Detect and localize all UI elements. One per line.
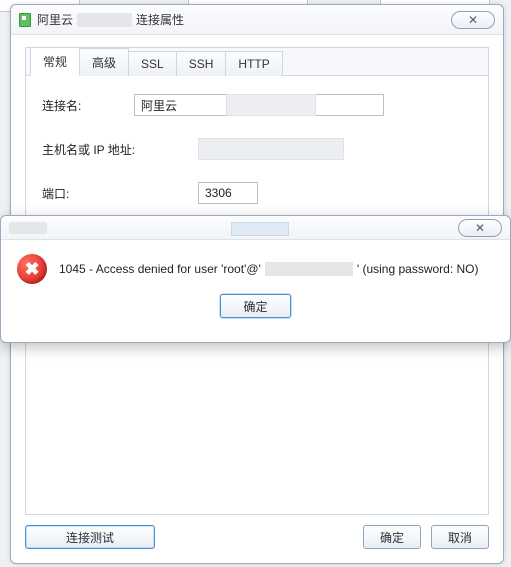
button-label: 连接测试 bbox=[66, 529, 114, 546]
app-icon bbox=[19, 13, 31, 27]
tab-label: 常规 bbox=[43, 55, 67, 69]
button-label: 取消 bbox=[448, 529, 472, 546]
row-host: 主机名或 IP 地址: bbox=[42, 138, 472, 160]
close-icon: ✕ bbox=[468, 13, 478, 27]
error-ok-button[interactable]: 确定 bbox=[220, 294, 290, 318]
host-label: 主机名或 IP 地址: bbox=[42, 141, 198, 158]
error-button-row: 确定 bbox=[1, 290, 510, 328]
tab-http[interactable]: HTTP bbox=[225, 51, 282, 76]
error-message-prefix: 1045 - Access denied for user 'root'@' bbox=[59, 262, 261, 276]
row-port: 端口: bbox=[42, 182, 472, 204]
tab-advanced[interactable]: 高级 bbox=[79, 48, 129, 76]
tab-general[interactable]: 常规 bbox=[30, 47, 80, 76]
error-message: 1045 - Access denied for user 'root'@' '… bbox=[59, 262, 479, 276]
redacted-text bbox=[265, 262, 353, 276]
button-label: 确定 bbox=[243, 298, 267, 315]
port-label: 端口: bbox=[42, 185, 198, 202]
port-input[interactable] bbox=[198, 182, 258, 204]
ok-button[interactable]: 确定 bbox=[363, 525, 421, 549]
tab-label: HTTP bbox=[238, 57, 269, 71]
error-message-suffix: ' (using password: NO) bbox=[357, 262, 479, 276]
error-body: ✖ 1045 - Access denied for user 'root'@'… bbox=[1, 240, 510, 290]
close-icon: ✕ bbox=[475, 221, 485, 235]
error-dialog: ✕ ✖ 1045 - Access denied for user 'root'… bbox=[0, 215, 511, 343]
tab-label: SSH bbox=[189, 57, 214, 71]
connection-name-input[interactable] bbox=[134, 94, 384, 116]
titlebar: 阿里云 连接属性 ✕ bbox=[11, 5, 503, 35]
tab-strip: 常规 高级 SSL SSH HTTP bbox=[26, 48, 488, 76]
dialog-button-bar: 连接测试 确定 取消 bbox=[25, 521, 489, 553]
error-close-button[interactable]: ✕ bbox=[458, 219, 502, 237]
window-title-prefix: 阿里云 bbox=[37, 11, 73, 28]
test-connection-button[interactable]: 连接测试 bbox=[25, 525, 155, 549]
error-icon: ✖ bbox=[17, 254, 47, 284]
redacted-text bbox=[231, 222, 289, 236]
cancel-button[interactable]: 取消 bbox=[431, 525, 489, 549]
tab-ssh[interactable]: SSH bbox=[176, 51, 227, 76]
row-connection-name: 连接名: bbox=[42, 94, 472, 116]
tab-label: SSL bbox=[141, 57, 164, 71]
redacted-text bbox=[9, 222, 47, 234]
error-titlebar: ✕ bbox=[1, 216, 510, 240]
redacted-text bbox=[77, 13, 132, 27]
connection-name-label: 连接名: bbox=[42, 97, 134, 114]
host-input-redacted[interactable] bbox=[198, 138, 344, 160]
tab-label: 高级 bbox=[92, 56, 116, 70]
window-close-button[interactable]: ✕ bbox=[451, 11, 495, 29]
button-label: 确定 bbox=[380, 529, 404, 546]
tab-ssl[interactable]: SSL bbox=[128, 51, 177, 76]
window-title-suffix: 连接属性 bbox=[136, 11, 184, 28]
